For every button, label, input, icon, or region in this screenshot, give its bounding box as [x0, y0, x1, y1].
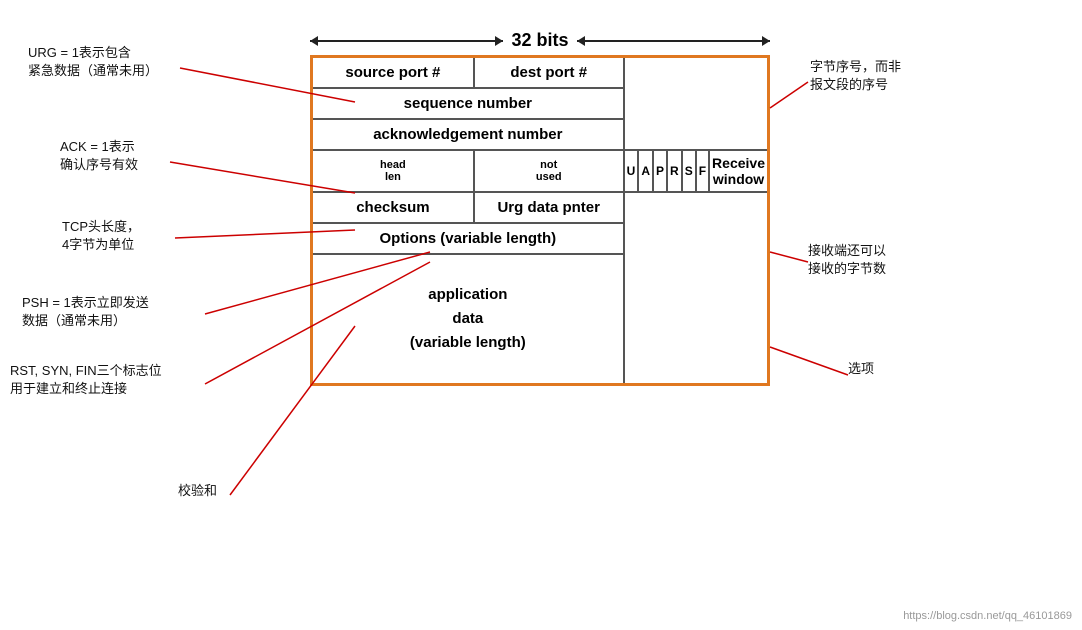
flag-u-cell: U: [624, 150, 639, 192]
flag-s-cell: S: [682, 150, 696, 192]
annotation-byte-seq: 字节序号，而非报文段的序号: [810, 58, 901, 93]
annotation-tcp-head: TCP头长度，4字节为单位: [62, 218, 140, 253]
annotation-rst: RST, SYN, FIN三个标志位用于建立和终止连接: [10, 362, 162, 397]
app-data-cell: applicationdata(variable length): [312, 254, 624, 384]
annotation-recv-bytes: 接收端还可以接收的字节数: [808, 242, 886, 277]
table-row-appdata: applicationdata(variable length): [312, 254, 769, 384]
table-row-ack: acknowledgement number: [312, 119, 769, 150]
receive-window-cell: Receive window: [709, 150, 768, 192]
table-row-ports: source port # dest port #: [312, 57, 769, 89]
annotation-psh: PSH = 1表示立即发送数据（通常未用）: [22, 294, 149, 329]
diagram-area: 32 bits source port # dest port # sequen…: [310, 30, 770, 386]
table-row-seq: sequence number: [312, 88, 769, 119]
flag-p-cell: P: [653, 150, 667, 192]
flag-a-cell: A: [638, 150, 653, 192]
options-cell: Options (variable length): [312, 223, 624, 254]
flag-r-cell: R: [667, 150, 682, 192]
flag-f-cell: F: [696, 150, 709, 192]
table-row-flags: headlen notused U A P R S F Receive wind…: [312, 150, 769, 192]
dest-port-cell: dest port #: [474, 57, 624, 89]
annotation-ack: ACK = 1表示确认序号有效: [60, 138, 138, 173]
source-port-cell: source port #: [312, 57, 474, 89]
head-len-cell: headlen: [312, 150, 474, 192]
checksum-cell: checksum: [312, 192, 474, 223]
bits-label: 32 bits: [310, 30, 770, 51]
not-used-cell: notused: [474, 150, 624, 192]
watermark: https://blog.csdn.net/qq_46101869: [903, 610, 1072, 622]
tcp-header-table: source port # dest port # sequence numbe…: [310, 55, 770, 386]
seq-number-cell: sequence number: [312, 88, 624, 119]
annotation-checksum: 校验和: [178, 482, 217, 500]
bits-arrow-right: [577, 40, 770, 42]
table-row-options: Options (variable length): [312, 223, 769, 254]
annotation-urg: URG = 1表示包含紧急数据（通常未用）: [28, 44, 158, 79]
table-row-checksum: checksum Urg data pnter: [312, 192, 769, 223]
main-canvas: 32 bits source port # dest port # sequen…: [0, 0, 1082, 630]
annotation-options: 选项: [848, 360, 874, 378]
bits-arrow-left: [310, 40, 503, 42]
urg-data-cell: Urg data pnter: [474, 192, 624, 223]
bits-text: 32 bits: [511, 30, 568, 51]
ack-number-cell: acknowledgement number: [312, 119, 624, 150]
